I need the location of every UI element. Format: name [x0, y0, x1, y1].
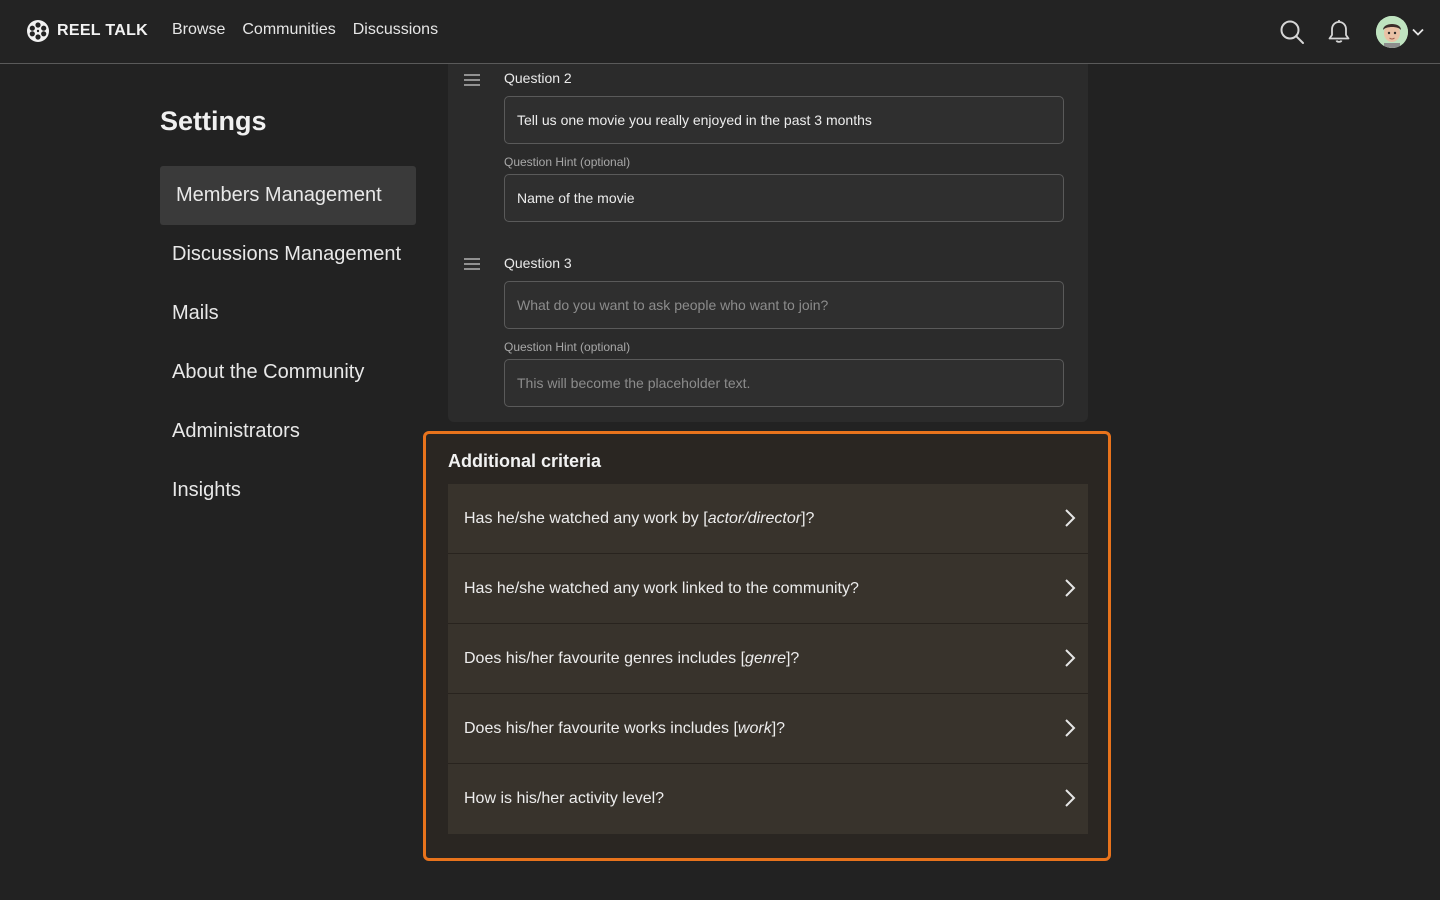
- nav-communities[interactable]: Communities: [242, 21, 335, 39]
- chevron-right-icon: [1065, 509, 1076, 527]
- account-menu[interactable]: [1376, 16, 1424, 48]
- search-icon: [1280, 20, 1304, 44]
- nav-browse[interactable]: Browse: [172, 21, 225, 39]
- chevron-right-icon: [1065, 789, 1076, 807]
- settings-sidebar: Members Management Discussions Managemen…: [160, 166, 416, 520]
- sidebar-item-insights[interactable]: Insights: [160, 461, 416, 520]
- drag-handle-icon[interactable]: [464, 74, 480, 86]
- chevron-right-icon: [1065, 649, 1076, 667]
- question-3-hint-field[interactable]: This will become the placeholder text.: [504, 359, 1064, 407]
- question-3-label: Question 3: [504, 255, 572, 271]
- additional-criteria-title: Additional criteria: [448, 451, 602, 471]
- sidebar-item-administrators[interactable]: Administrators: [160, 402, 416, 461]
- nav-discussions[interactable]: Discussions: [353, 21, 438, 39]
- search-button[interactable]: [1274, 14, 1310, 50]
- brand-logo[interactable]: REEL TALK: [26, 19, 148, 43]
- sidebar-item-discussions-management[interactable]: Discussions Management: [160, 225, 416, 284]
- criteria-item-favourite-works[interactable]: Does his/her favourite works includes [w…: [448, 694, 1088, 764]
- chevron-right-icon: [1065, 719, 1076, 737]
- avatar: [1376, 16, 1408, 48]
- criteria-item-activity-level[interactable]: How is his/her activity level?: [448, 764, 1088, 834]
- main-nav: Browse Communities Discussions: [172, 21, 438, 39]
- criteria-item-watched-actor-director[interactable]: Has he/she watched any work by [actor/di…: [448, 484, 1088, 554]
- questions-card: Question 2 Tell us one movie you really …: [448, 64, 1088, 422]
- additional-criteria-panel: Additional criteria Has he/she watched a…: [423, 431, 1111, 861]
- sidebar-item-mails[interactable]: Mails: [160, 284, 416, 343]
- question-3-field[interactable]: What do you want to ask people who want …: [504, 281, 1064, 329]
- question-2-label: Question 2: [504, 70, 572, 86]
- criteria-item-watched-community-work[interactable]: Has he/she watched any work linked to th…: [448, 554, 1088, 624]
- chevron-down-icon: [1412, 28, 1424, 36]
- bell-icon: [1328, 20, 1350, 43]
- brand-name: REEL TALK: [57, 22, 148, 39]
- chevron-right-icon: [1065, 579, 1076, 597]
- question-2-field[interactable]: Tell us one movie you really enjoyed in …: [504, 96, 1064, 144]
- criteria-list: Has he/she watched any work by [actor/di…: [448, 484, 1088, 834]
- drag-handle-icon[interactable]: [464, 258, 480, 270]
- notifications-button[interactable]: [1321, 14, 1357, 50]
- criteria-item-text: Does his/her favourite works includes [w…: [464, 719, 786, 737]
- criteria-item-favourite-genres[interactable]: Does his/her favourite genres includes […: [448, 624, 1088, 694]
- page-title: Settings: [160, 106, 267, 136]
- question-3-hint-label: Question Hint (optional): [504, 340, 631, 354]
- sidebar-item-about-community[interactable]: About the Community: [160, 343, 416, 402]
- criteria-item-text: How is his/her activity level?: [464, 790, 665, 807]
- user-avatar-icon: [1376, 16, 1408, 48]
- criteria-item-text: Does his/her favourite genres includes […: [464, 649, 800, 667]
- film-reel-icon: [27, 20, 49, 42]
- question-2-hint-field[interactable]: Name of the movie: [504, 174, 1064, 222]
- criteria-item-text: Has he/she watched any work linked to th…: [464, 579, 859, 597]
- sidebar-item-members-management[interactable]: Members Management: [160, 166, 416, 225]
- question-2-hint-label: Question Hint (optional): [504, 155, 631, 169]
- top-navigation-bar: REEL TALK Browse Communities Discussions: [0, 0, 1440, 64]
- criteria-item-text: Has he/she watched any work by [actor/di…: [464, 509, 815, 527]
